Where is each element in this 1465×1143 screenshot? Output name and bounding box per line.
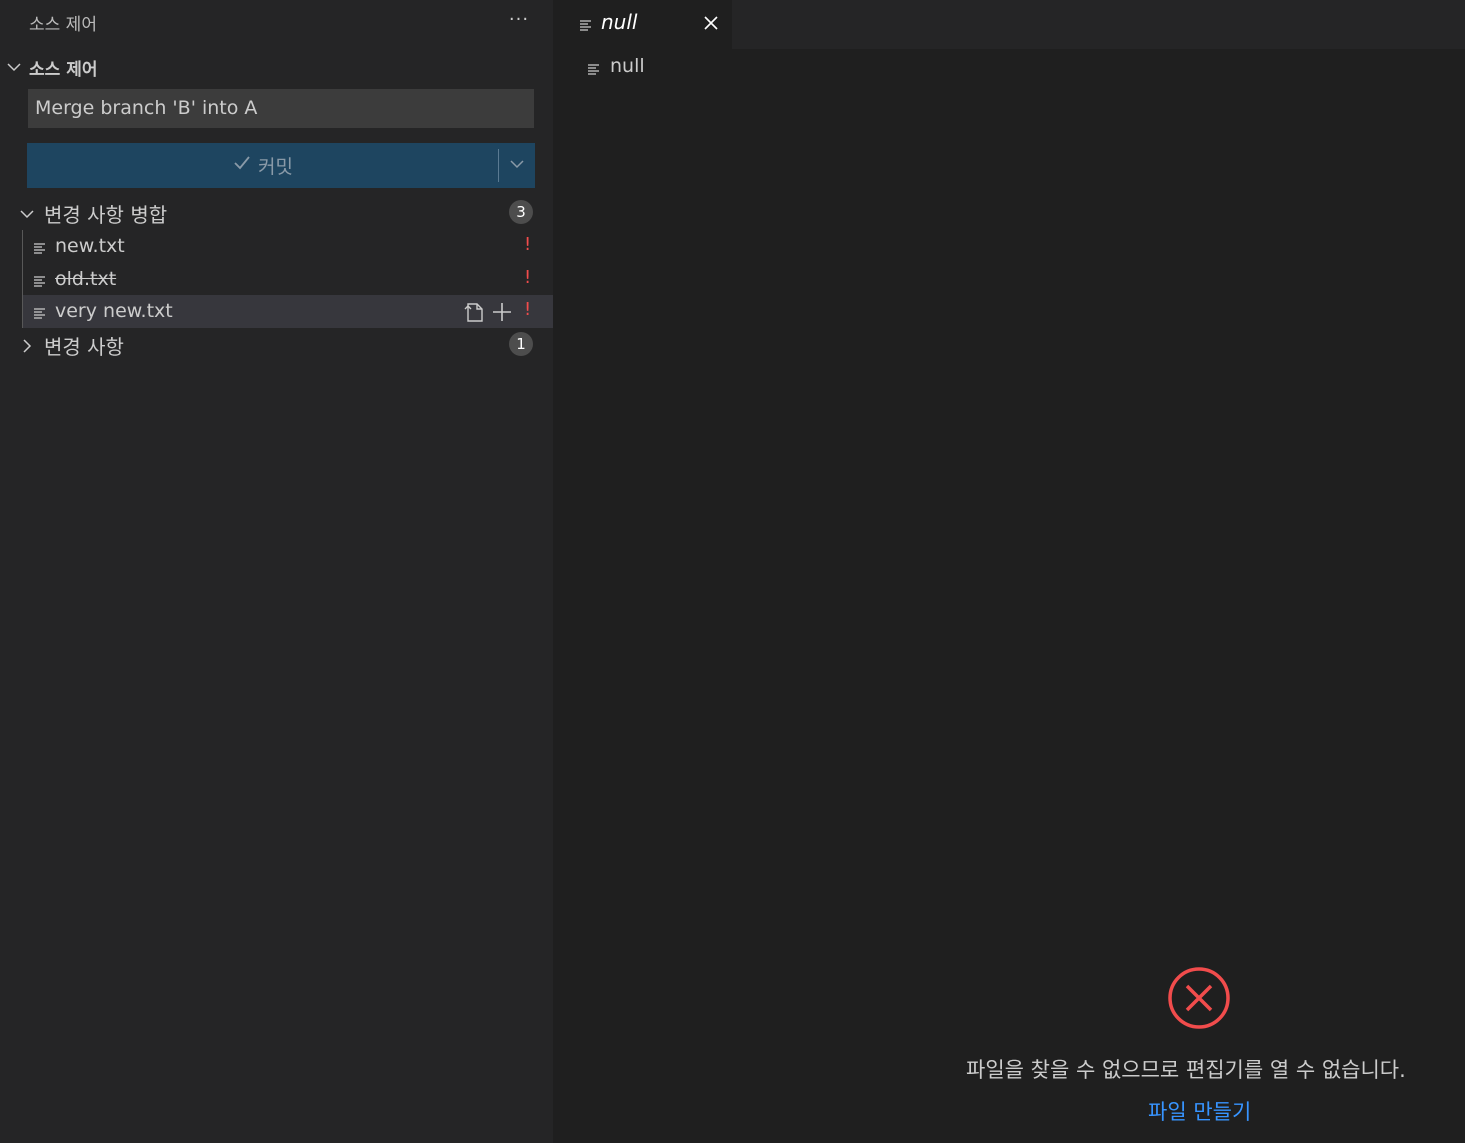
close-icon[interactable] <box>703 14 719 36</box>
commit-message-input[interactable]: Merge branch 'B' into A <box>28 89 534 128</box>
count-badge: 1 <box>509 332 533 356</box>
file-name: old.txt <box>55 268 117 290</box>
tab-label: null <box>601 10 638 34</box>
error-circle-icon <box>1167 966 1231 1035</box>
sidebar-title: 소스 제어 <box>29 15 97 35</box>
source-control-section-header[interactable]: 소스 제어 <box>0 52 553 80</box>
check-icon <box>232 153 252 178</box>
file-row-very-new-txt[interactable]: very new.txt ! <box>22 295 553 328</box>
file-lines-icon <box>579 16 593 38</box>
group-label: 변경 사항 <box>44 335 124 359</box>
conflict-status: ! <box>524 299 532 320</box>
count-badge: 3 <box>509 200 533 224</box>
breadcrumb-label: null <box>610 55 645 77</box>
tab-null[interactable]: null <box>553 0 732 49</box>
commit-dropdown-button[interactable] <box>499 143 535 188</box>
file-row-new-txt[interactable]: new.txt ! <box>22 230 553 263</box>
file-lines-icon <box>33 304 47 326</box>
section-label: 소스 제어 <box>29 60 98 80</box>
conflict-status: ! <box>524 234 532 255</box>
chevron-right-icon <box>19 337 35 359</box>
commit-button-label: 커밋 <box>258 156 293 178</box>
chevron-down-icon <box>509 155 525 177</box>
more-actions-button[interactable]: ··· <box>506 10 532 34</box>
create-file-link[interactable]: 파일 만들기 <box>1148 1096 1251 1126</box>
file-row-old-txt[interactable]: old.txt ! <box>22 263 553 296</box>
editor-tabs-bar: null <box>553 0 1465 49</box>
file-lines-icon <box>33 239 47 261</box>
commit-button[interactable]: 커밋 <box>27 143 498 188</box>
group-changes[interactable]: 변경 사항 1 <box>0 328 553 360</box>
stage-plus-icon[interactable] <box>490 300 514 329</box>
group-label: 변경 사항 병합 <box>44 203 168 227</box>
chevron-down-icon <box>6 58 22 80</box>
open-file-icon[interactable] <box>462 300 486 329</box>
file-name: very new.txt <box>55 300 173 322</box>
conflict-status: ! <box>524 267 532 288</box>
file-lines-icon <box>587 60 601 82</box>
chevron-down-icon <box>19 205 35 227</box>
file-lines-icon <box>33 272 47 294</box>
file-name: new.txt <box>55 235 125 257</box>
error-message: 파일을 찾을 수 없으므로 편집기를 열 수 없습니다. <box>966 1058 1406 1082</box>
group-merge-changes[interactable]: 변경 사항 병합 3 <box>0 196 553 228</box>
commit-button-group: 커밋 <box>27 143 535 188</box>
source-control-sidebar: 소스 제어 ··· 소스 제어 Merge branch 'B' into A … <box>0 0 553 1143</box>
